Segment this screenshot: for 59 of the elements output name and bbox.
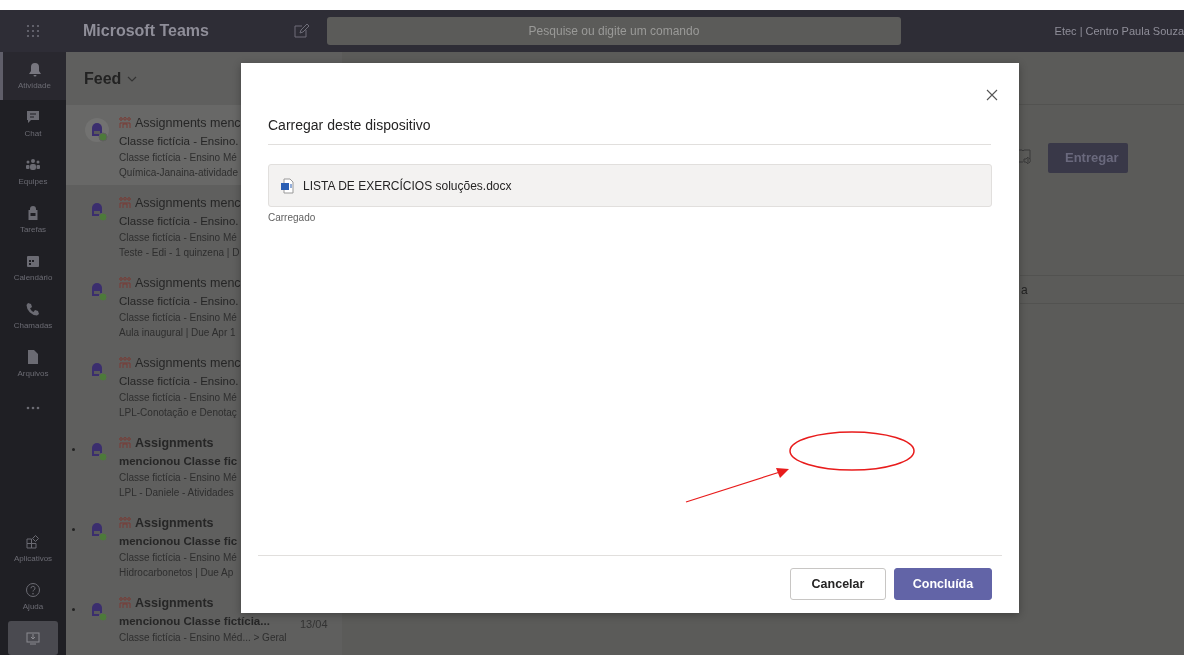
word-document-icon [280, 177, 294, 194]
feed-item-heading: Classe fictícia - Ensino. [119, 373, 240, 389]
chat-icon [25, 108, 41, 125]
feed-title[interactable]: Feed [84, 66, 122, 91]
upload-status: Carregado [268, 211, 316, 225]
group-icon [119, 117, 131, 130]
rail-tab[interactable]: Aplicativos [0, 525, 66, 573]
compose-icon [293, 23, 309, 39]
feed-item-heading: mencionou Classe fic [119, 533, 238, 549]
apps-icon [25, 533, 41, 550]
app-avatar-icon [85, 118, 109, 142]
group-icon [119, 597, 131, 610]
search-field[interactable]: Pesquise ou digite um comando [327, 17, 901, 45]
help-icon [25, 581, 41, 598]
feed-item-heading: Classe fictícia - Ensino. [119, 133, 240, 149]
list-row[interactable]: a [1020, 275, 1184, 304]
feed-item-heading: Classe fictícia - Ensino. [119, 293, 240, 309]
feed-item-title: Assignments menc [135, 355, 241, 372]
group-icon [119, 357, 131, 370]
group-icon [119, 437, 131, 450]
organization-name: Etec | Centro Paula Souza [1054, 23, 1184, 39]
group-icon [119, 277, 131, 290]
rail-tab[interactable]: Atividade [0, 52, 66, 100]
group-icon [119, 197, 131, 210]
app-launcher-icon [26, 24, 40, 38]
unread-dot [72, 448, 75, 451]
feed-item-heading: Classe fictícia - Ensino. [119, 213, 240, 229]
rail-tab[interactable]: Chamadas [0, 292, 66, 340]
group-icon [119, 517, 131, 530]
feed-item-title: Assignments [135, 515, 214, 532]
rail-tab[interactable]: Chat [0, 100, 66, 148]
unread-dot [72, 528, 75, 531]
people-icon [25, 156, 41, 173]
app-title: Microsoft Teams [82, 21, 210, 41]
feed-item-title: Assignments [135, 435, 214, 452]
row-text: a [1021, 281, 1028, 299]
download-icon [25, 630, 41, 646]
cancel-button[interactable]: Cancelar [790, 568, 886, 600]
rail-tab[interactable]: Calendário [0, 244, 66, 292]
feed-item-title: Assignments menc [135, 275, 241, 292]
feed-item-title: Assignments [135, 595, 214, 612]
bell-icon [26, 60, 43, 77]
feed-item-heading: mencionou Classe fic [119, 453, 238, 469]
file-icon [25, 348, 41, 365]
close-icon [984, 87, 1000, 103]
feed-item-channel: Classe fictícia - Ensino Mé [119, 151, 238, 165]
file-item[interactable]: LISTA DE EXERCÍCIOS soluções.docx [268, 164, 992, 207]
rail-tab[interactable]: Equipes [0, 148, 66, 196]
close-button[interactable] [984, 87, 1000, 103]
rail-tab[interactable]: Ajuda [0, 573, 66, 621]
phone-icon [25, 300, 41, 317]
feed-item-title: Assignments menc [135, 195, 241, 212]
done-button[interactable]: Concluída [894, 568, 992, 600]
feed-item-detail: Química-Janaina-atividade [119, 166, 239, 180]
feed-item-title: Assignments menc [135, 115, 241, 132]
rail-tab[interactable]: Arquivos [0, 340, 66, 388]
feed-item-heading: mencionou Classe fictícia... [119, 613, 271, 629]
rail-tab[interactable]: Tarefas [0, 196, 66, 244]
unread-dot [72, 608, 75, 611]
